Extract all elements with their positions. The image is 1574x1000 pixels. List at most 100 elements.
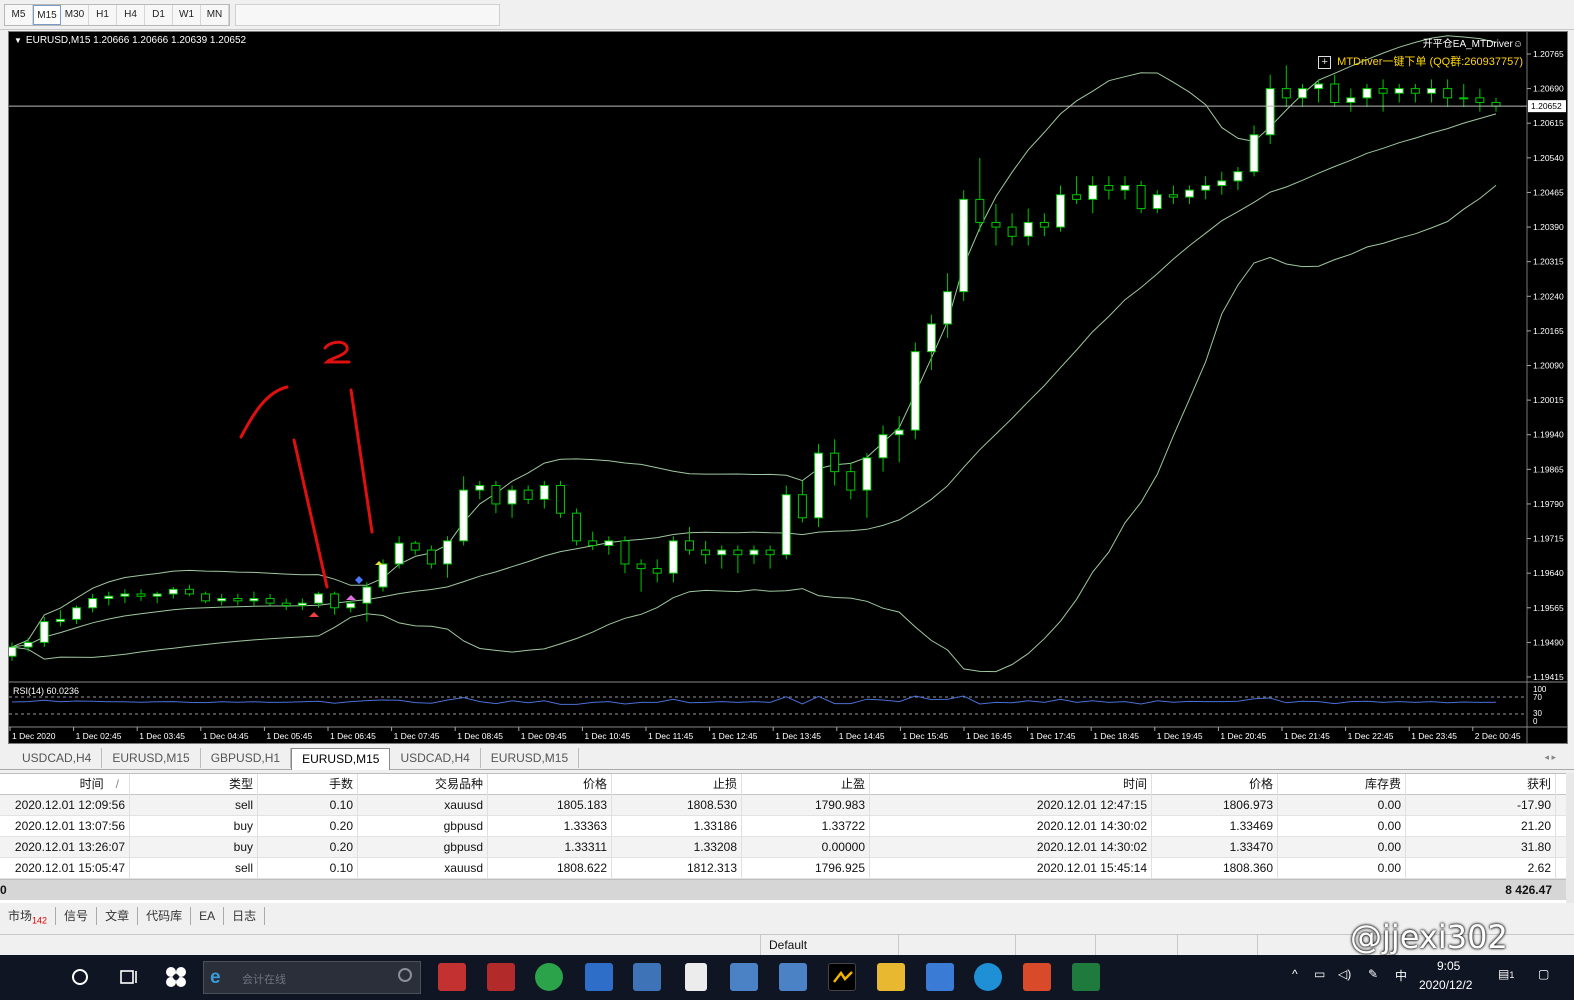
candle[interactable] [749, 549, 759, 556]
candle[interactable] [1426, 88, 1436, 94]
candle[interactable] [491, 484, 501, 505]
action-center-icon[interactable]: ▤1 [1498, 967, 1514, 981]
candle[interactable] [168, 588, 178, 595]
candle[interactable] [55, 618, 65, 623]
taskbar-search-box[interactable]: e 会计在线 [203, 961, 421, 994]
timeframe-button-m5[interactable]: M5 [5, 5, 33, 25]
app-pinwheel-icon[interactable] [162, 963, 190, 991]
candle[interactable] [684, 540, 694, 551]
candle[interactable] [217, 598, 227, 602]
column-header[interactable]: 交易品种 [358, 774, 488, 795]
timeframe-button-w1[interactable]: W1 [173, 5, 201, 25]
candle[interactable] [1378, 88, 1388, 94]
candle[interactable] [926, 323, 936, 353]
candle[interactable] [814, 452, 824, 519]
candle[interactable] [1168, 194, 1178, 198]
candle[interactable] [1314, 83, 1324, 90]
timeframe-button-mn[interactable]: MN [201, 5, 229, 25]
candle[interactable] [1297, 88, 1307, 99]
candle[interactable] [1459, 97, 1469, 100]
volume-icon[interactable]: ◁) [1338, 967, 1351, 981]
candle[interactable] [1362, 88, 1372, 99]
search-icon[interactable] [398, 968, 412, 982]
candle[interactable] [1491, 101, 1501, 107]
terminal-tab[interactable]: 信号 [56, 907, 98, 925]
candle[interactable] [459, 489, 469, 542]
candle[interactable] [426, 549, 436, 565]
excel-icon[interactable] [1072, 963, 1100, 991]
timeframe-button-d1[interactable]: D1 [145, 5, 173, 25]
table-row[interactable]: 2020.12.01 13:26:07 buy 0.20 gbpusd 1.33311 1… [0, 837, 1568, 858]
candle[interactable] [781, 494, 791, 556]
cards-game-icon[interactable] [438, 963, 466, 991]
column-header[interactable]: 止盈 [742, 774, 870, 795]
candle[interactable] [136, 593, 146, 597]
candle[interactable] [572, 512, 582, 542]
candle[interactable] [1281, 88, 1291, 99]
network-app-icon[interactable] [633, 963, 661, 991]
candle[interactable] [539, 484, 549, 500]
candle[interactable] [991, 221, 1001, 228]
candle[interactable] [104, 595, 114, 600]
trade-buy-marker[interactable] [346, 595, 356, 600]
pen-icon[interactable]: ✎ [1368, 967, 1378, 981]
candle[interactable] [717, 549, 727, 556]
network-app-2-icon[interactable] [730, 963, 758, 991]
candle[interactable] [910, 351, 920, 431]
column-header[interactable]: 时间 / [0, 774, 130, 795]
price-chart[interactable]: 1.20765 1.20690 1.20615 1.20540 1.20465 1.203… [9, 32, 1567, 743]
column-header[interactable]: 价格 [1152, 774, 1278, 795]
cortana-icon[interactable] [66, 963, 94, 991]
paint-app-icon[interactable] [1023, 963, 1051, 991]
chart-tab[interactable]: EURUSD,M15 [291, 748, 391, 770]
column-header[interactable]: 获利 [1406, 774, 1556, 795]
candle[interactable] [88, 598, 98, 609]
trade-sell-marker[interactable] [309, 612, 319, 617]
candle[interactable] [1185, 189, 1195, 198]
candle[interactable] [120, 593, 130, 597]
candle[interactable] [507, 489, 517, 505]
candle[interactable] [475, 484, 485, 491]
column-header[interactable]: 价格 [488, 774, 612, 795]
candle[interactable] [652, 568, 662, 574]
candle[interactable] [265, 598, 275, 604]
clock-date[interactable]: 2020/12/2 [1419, 978, 1472, 992]
column-header[interactable]: 库存费 [1278, 774, 1406, 795]
dropdown-triangle-icon[interactable]: ▼ [14, 36, 22, 45]
candle[interactable] [1055, 194, 1065, 228]
document-icon[interactable] [685, 963, 707, 991]
candle[interactable] [1023, 221, 1033, 237]
candle[interactable] [588, 540, 598, 546]
table-row[interactable]: 2020.12.01 15:05:47 sell 0.10 xauusd 1808.62… [0, 858, 1568, 879]
wechat-icon[interactable] [535, 963, 563, 991]
clock-time[interactable]: 9:05 [1437, 959, 1460, 973]
column-header[interactable]: 时间 [870, 774, 1152, 795]
candle[interactable] [733, 549, 743, 556]
candle[interactable] [1475, 97, 1485, 103]
candle[interactable] [894, 429, 904, 436]
network-icon[interactable]: ▭ [1314, 967, 1325, 981]
candle[interactable] [23, 641, 33, 648]
candle[interactable] [281, 602, 291, 606]
candle[interactable] [878, 434, 888, 459]
candle[interactable] [959, 198, 969, 293]
chart-tab[interactable]: USDCAD,H4 [390, 748, 481, 768]
candle[interactable] [1394, 88, 1404, 94]
candle[interactable] [378, 563, 388, 588]
candle[interactable] [604, 540, 614, 546]
table-row[interactable]: 2020.12.01 12:09:56 sell 0.10 xauusd 1805.18… [0, 795, 1568, 816]
candle[interactable] [233, 598, 243, 602]
candle[interactable] [1152, 194, 1162, 210]
candle[interactable] [72, 607, 82, 620]
candle[interactable] [1120, 185, 1130, 191]
candle[interactable] [394, 542, 404, 565]
candle[interactable] [152, 593, 162, 597]
candle[interactable] [636, 563, 646, 570]
candle[interactable] [1443, 88, 1453, 99]
trade-marker[interactable] [355, 576, 363, 584]
app-window-icon[interactable] [585, 963, 613, 991]
timeframe-button-h1[interactable]: H1 [89, 5, 117, 25]
candle[interactable] [1088, 185, 1098, 200]
candle[interactable] [9, 646, 17, 657]
terminal-tab[interactable]: EA [191, 907, 225, 925]
